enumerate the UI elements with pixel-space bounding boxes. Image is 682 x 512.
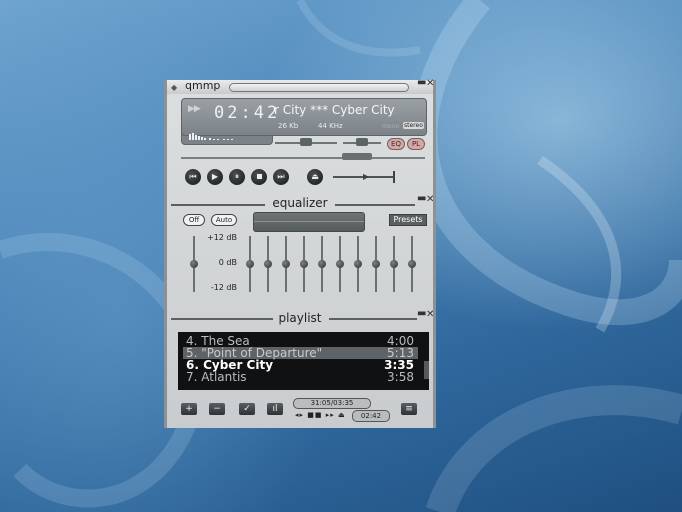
remove-icon: − (213, 404, 221, 414)
song-title-scroller: r City *** Cyber City (274, 103, 395, 117)
pause-icon: ⏸ (235, 172, 239, 181)
title-bar-track (229, 83, 409, 92)
playlist-add-button[interactable]: + (181, 403, 197, 415)
equalizer-divider-right (335, 204, 415, 206)
eq-band-knob[interactable] (336, 260, 344, 268)
stereo-indicator: stereo (403, 122, 424, 129)
eq-band-knob[interactable] (318, 260, 326, 268)
eq-auto-button[interactable]: Auto (211, 214, 237, 226)
db-mid-label: 0 dB (218, 258, 237, 267)
spectrum-analyzer (189, 132, 249, 140)
eq-band-knob[interactable] (246, 260, 254, 268)
eq-band-knob[interactable] (282, 260, 290, 268)
playlist-mini-controls[interactable]: ◂▸ ■■ ▸▸ ⏏ (295, 411, 346, 419)
playlist-view[interactable]: 4. The Sea 4:00 5. "Point of Departure" 5:1… (178, 332, 429, 390)
qmmp-player-window: ◆ qmmp ▬ ✕ ▶▶ 02:42 r City *** Cyber Cit… (164, 78, 436, 428)
eq-band-knob[interactable] (408, 260, 416, 268)
db-low-label: -12 dB (210, 283, 237, 292)
equalizer-close-icon[interactable]: ✕ (426, 195, 434, 205)
stop-icon (256, 174, 262, 179)
eq-band-knob[interactable] (372, 260, 380, 268)
bars-icon: ıl (272, 404, 278, 414)
seek-bar-track[interactable] (181, 157, 425, 159)
pause-button[interactable]: ⏸ (229, 169, 245, 185)
playlist-row-duration: 3:58 (387, 370, 414, 384)
eq-off-button[interactable]: Off (183, 214, 205, 226)
playlist-row[interactable]: 7. Atlantis 3:58 (186, 371, 414, 383)
mono-indicator: mono (382, 123, 399, 130)
eq-preamp-knob[interactable] (190, 260, 198, 268)
next-button[interactable]: ⏭ (273, 169, 289, 185)
elapsed-time[interactable]: 02:42 (214, 103, 280, 123)
eq-presets-button[interactable]: Presets (389, 214, 427, 226)
title-bar[interactable]: ◆ qmmp ▬ ✕ (167, 78, 434, 94)
playlist-remove-button[interactable]: − (209, 403, 225, 415)
next-icon: ⏭ (277, 172, 285, 181)
window-menu-icon[interactable]: ◆ (171, 83, 177, 92)
playlist-menu-button[interactable]: ≡ (401, 403, 417, 415)
equalizer-title: equalizer (272, 196, 328, 210)
playlist-select-button[interactable]: ✓ (239, 403, 255, 415)
add-icon: + (185, 404, 193, 414)
window-title: qmmp (185, 79, 221, 92)
previous-icon: ⏮ (189, 172, 197, 181)
playlist-close-icon[interactable]: ✕ (426, 310, 434, 320)
playlist-row-title: 7. Atlantis (186, 370, 247, 384)
lcd-display: ▶▶ 02:42 r City *** Cyber City 26 Kb 44 … (181, 98, 427, 136)
pl-toggle-button[interactable]: PL (407, 138, 425, 150)
playlist-misc-button[interactable]: ıl (267, 403, 283, 415)
checkmark-icon: ✓ (243, 404, 251, 414)
eq-toggle-button[interactable]: EQ (387, 138, 405, 150)
eq-band-knob[interactable] (354, 260, 362, 268)
position-slider-end (393, 171, 395, 183)
bitrate-label: 26 Kb (278, 122, 299, 130)
samplerate-label: 44 KHz (318, 122, 343, 130)
playback-state-icon: ▶▶ (188, 104, 201, 114)
eq-band-knob[interactable] (264, 260, 272, 268)
eq-curve-display (253, 212, 365, 232)
eq-band-knob[interactable] (300, 260, 308, 268)
stop-button[interactable] (251, 169, 267, 185)
playlist-elapsed-display: 02:42 (352, 410, 390, 422)
menu-icon: ≡ (405, 404, 413, 414)
volume-slider-knob[interactable] (300, 138, 312, 146)
eq-band-knob[interactable] (390, 260, 398, 268)
eq-curve-line (254, 221, 364, 222)
db-high-label: +12 dB (207, 233, 237, 242)
playlist-divider-right (329, 318, 417, 320)
playlist-scrollbar[interactable] (424, 361, 429, 379)
eject-button[interactable]: ⏏ (307, 169, 323, 185)
playlist-position-display: 31:05/03:35 (293, 398, 371, 409)
close-icon[interactable]: ✕ (426, 79, 434, 89)
seek-bar-knob[interactable] (341, 153, 372, 160)
eject-icon: ⏏ (311, 172, 319, 181)
position-slider-arrow-icon[interactable]: ▶ (363, 173, 369, 181)
previous-button[interactable]: ⏮ (185, 169, 201, 185)
balance-slider-knob[interactable] (356, 138, 368, 146)
play-icon: ▶ (211, 172, 219, 181)
play-button[interactable]: ▶ (207, 169, 223, 185)
